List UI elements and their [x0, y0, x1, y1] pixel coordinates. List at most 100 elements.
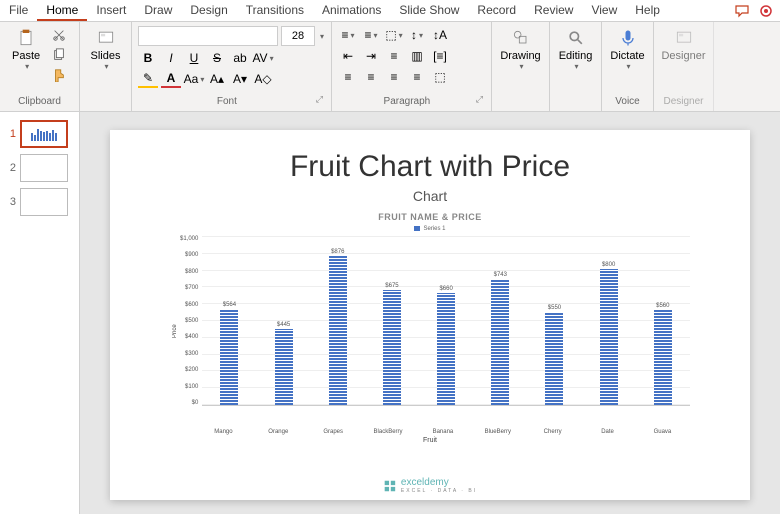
clear-format-button[interactable]: A◇: [253, 70, 273, 88]
chart-bar: $560: [638, 303, 687, 405]
x-axis-label: Fruit: [140, 437, 720, 444]
numbering-button[interactable]: ≡▾: [361, 26, 381, 44]
change-case-button[interactable]: Aa▾: [184, 70, 204, 88]
bar: [654, 310, 672, 405]
char-spacing-button[interactable]: AV▾: [253, 49, 273, 67]
bar-value-label: $743: [494, 272, 507, 278]
menu-insert[interactable]: Insert: [87, 0, 135, 21]
menu-design[interactable]: Design: [181, 0, 236, 21]
menu-home[interactable]: Home: [37, 0, 87, 21]
designer-label: Designer: [661, 50, 705, 62]
decrease-indent-button[interactable]: ⇤: [338, 47, 358, 65]
decrease-font-button[interactable]: A▾: [230, 70, 250, 88]
increase-indent-button[interactable]: ⇥: [361, 47, 381, 65]
bar: [383, 290, 401, 405]
clipboard-group-label: Clipboard: [6, 94, 73, 107]
designer-button[interactable]: Designer: [660, 26, 707, 64]
voice-group-label: Voice: [608, 94, 647, 107]
slides-label: Slides: [91, 50, 121, 62]
bullets-button[interactable]: ≡▾: [338, 26, 358, 44]
chevron-down-icon: ▾: [519, 62, 523, 71]
drawing-button[interactable]: Drawing ▾: [498, 26, 543, 73]
x-tick-label: BlueBerry: [473, 429, 522, 435]
menu-file[interactable]: File: [0, 0, 37, 21]
increase-font-button[interactable]: A▴: [207, 70, 227, 88]
thumb-number: 3: [4, 196, 16, 208]
slide-thumb-2[interactable]: 2: [4, 154, 75, 182]
menu-record[interactable]: Record: [468, 0, 525, 21]
paragraph-launcher-icon[interactable]: ⤢: [476, 94, 485, 107]
align-right-button[interactable]: ≡: [384, 68, 404, 86]
strike-button[interactable]: S: [207, 49, 227, 67]
bar: [600, 269, 618, 405]
copy-button[interactable]: [49, 46, 69, 64]
bar: [220, 309, 238, 405]
menu-review[interactable]: Review: [525, 0, 582, 21]
chart-legend: Series 1: [140, 226, 720, 232]
chevron-down-icon[interactable]: ▾: [320, 32, 324, 41]
line-spacing-button[interactable]: ↕▾: [407, 26, 427, 44]
menu-transitions[interactable]: Transitions: [237, 0, 313, 21]
x-tick-label: Date: [583, 429, 632, 435]
menu-draw[interactable]: Draw: [135, 0, 181, 21]
align-center-button[interactable]: ≡: [361, 68, 381, 86]
slide-thumb-3[interactable]: 3: [4, 188, 75, 216]
align-text-button[interactable]: [≡]: [430, 47, 450, 65]
chart[interactable]: Price $1,000$900$800$700$600$500$400$300…: [140, 236, 720, 426]
bar: [275, 329, 293, 405]
paragraph-group-label: Paragraph: [338, 94, 476, 107]
menu-slideshow[interactable]: Slide Show: [390, 0, 468, 21]
bar-value-label: $445: [277, 322, 290, 328]
menu-help[interactable]: Help: [626, 0, 669, 21]
editing-button[interactable]: Editing ▾: [556, 26, 595, 73]
menu-animations[interactable]: Animations: [313, 0, 390, 21]
slide[interactable]: Fruit Chart with Price Chart FRUIT NAME …: [110, 130, 750, 500]
underline-button[interactable]: U: [184, 49, 204, 67]
slides-button[interactable]: Slides ▾: [86, 26, 125, 73]
list-level-button[interactable]: ⬚▾: [384, 26, 404, 44]
font-launcher-icon[interactable]: ⤢: [316, 94, 325, 107]
bold-button[interactable]: B: [138, 49, 158, 67]
smartart-button[interactable]: ⬚: [430, 68, 450, 86]
drawing-label: Drawing: [500, 50, 540, 62]
cut-button[interactable]: [49, 26, 69, 44]
watermark: exceldemy EXCEL · DATA · BI: [383, 477, 477, 494]
font-color-button[interactable]: A: [161, 70, 181, 88]
record-icon[interactable]: [758, 3, 774, 19]
text-direction-button[interactable]: ↕A: [430, 26, 450, 44]
align-left-button[interactable]: ≡: [338, 68, 358, 86]
italic-button[interactable]: I: [161, 49, 181, 67]
x-tick-label: Cherry: [528, 429, 577, 435]
chevron-down-icon: ▾: [25, 62, 29, 71]
chart-plot-area: $564$445$876$675$660$743$550$800$560: [202, 236, 690, 406]
bar: [491, 279, 509, 405]
dictate-button[interactable]: Dictate ▾: [608, 26, 647, 73]
paste-button[interactable]: Paste ▾: [6, 26, 46, 73]
slide-canvas-area[interactable]: Fruit Chart with Price Chart FRUIT NAME …: [80, 112, 780, 514]
chart-bar: $445: [259, 322, 308, 405]
chart-bar: $675: [368, 283, 417, 405]
justify-button[interactable]: ≡: [407, 68, 427, 86]
paste-label: Paste: [12, 50, 40, 62]
slide-thumb-1[interactable]: 1: [4, 120, 75, 148]
comments-icon[interactable]: [734, 3, 750, 19]
highlight-button[interactable]: ✎: [138, 70, 158, 88]
shadow-button[interactable]: ab: [230, 49, 250, 67]
bar-value-label: $660: [439, 286, 452, 292]
bar: [437, 293, 455, 405]
thumb-number: 1: [4, 128, 16, 140]
chart-bar: $550: [530, 305, 579, 406]
thumb-number: 2: [4, 162, 16, 174]
y-axis: $1,000$900$800$700$600$500$400$300$200$1…: [180, 236, 202, 406]
columns-button[interactable]: ▥: [407, 47, 427, 65]
menu-view[interactable]: View: [582, 0, 626, 21]
align-button[interactable]: ≡: [384, 47, 404, 65]
legend-label: Series 1: [423, 226, 445, 232]
x-tick-label: Orange: [254, 429, 303, 435]
chart-bar: $660: [422, 286, 471, 405]
bar: [329, 256, 347, 405]
format-painter-button[interactable]: [49, 66, 69, 84]
font-family-input[interactable]: [138, 26, 278, 46]
chart-bar: $876: [313, 249, 362, 405]
font-size-input[interactable]: [281, 26, 315, 46]
